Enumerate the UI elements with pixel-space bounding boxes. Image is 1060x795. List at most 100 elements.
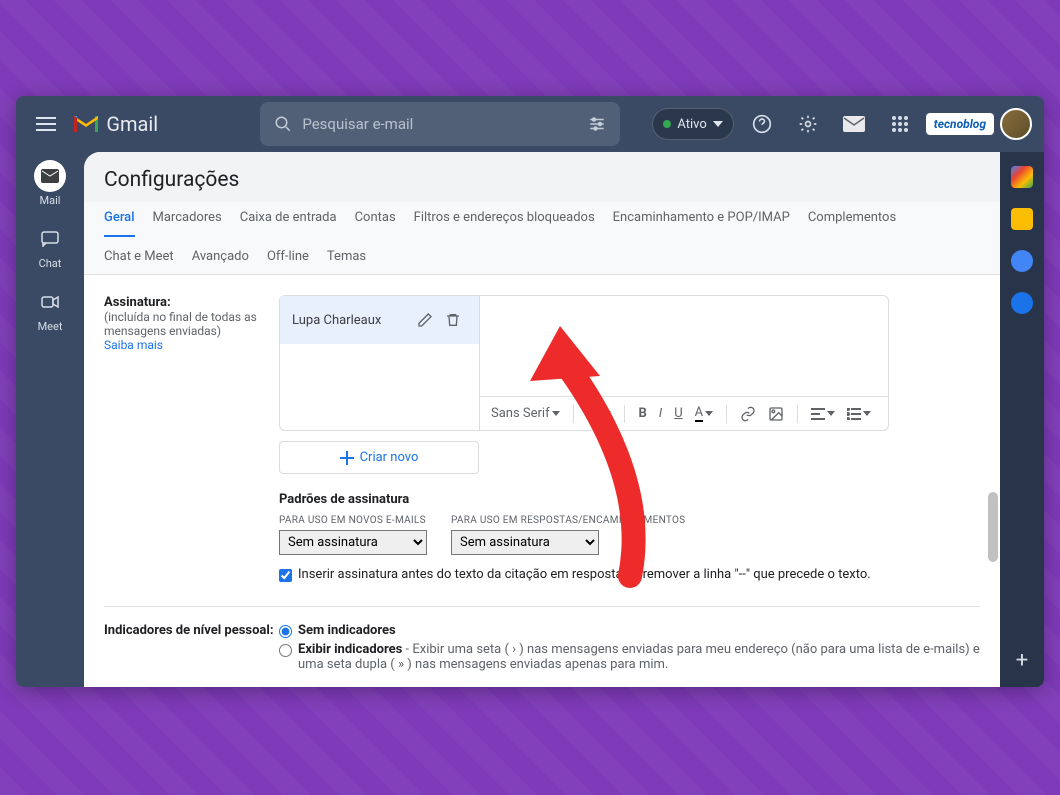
contacts-addon-icon[interactable] <box>1011 292 1033 314</box>
new-emails-select[interactable]: Sem assinatura <box>279 530 427 555</box>
help-button[interactable] <box>742 104 782 144</box>
logo-area[interactable]: Gmail <box>72 112 252 136</box>
tab-contas[interactable]: Contas <box>355 202 396 237</box>
apps-button[interactable] <box>880 104 920 144</box>
signature-item[interactable]: Lupa Charleaux <box>280 296 479 344</box>
signature-learn-more-link[interactable]: Saiba mais <box>104 338 163 352</box>
underline-button[interactable]: U <box>671 404 685 423</box>
signature-defaults: Padrões de assinatura PARA USO EM NOVOS … <box>279 492 980 582</box>
font-family-label: Sans Serif <box>491 406 550 421</box>
indicators-title: Indicadores de nível pessoal: <box>104 623 279 638</box>
search-box[interactable] <box>260 102 620 146</box>
text-color-button[interactable]: A <box>692 403 716 424</box>
chevron-down-icon <box>713 121 723 127</box>
signature-item-name: Lupa Charleaux <box>292 313 411 328</box>
video-icon <box>34 286 66 318</box>
pencil-icon <box>417 312 433 328</box>
tab-avancado[interactable]: Avançado <box>192 241 249 274</box>
tab-temas[interactable]: Temas <box>327 241 366 274</box>
brand-badge: tecnoblog <box>926 113 994 135</box>
mail-icon <box>34 160 66 192</box>
defaults-title: Padrões de assinatura <box>279 492 980 507</box>
edit-signature-button[interactable] <box>411 306 439 334</box>
tasks-addon-icon[interactable] <box>1011 250 1033 272</box>
show-indicators-radio[interactable] <box>279 644 292 657</box>
no-indicators-radio[interactable] <box>279 625 292 638</box>
caret-down-icon <box>827 411 835 416</box>
signature-canvas[interactable] <box>480 296 888 396</box>
calendar-addon-icon[interactable] <box>1011 166 1033 188</box>
settings-button[interactable] <box>788 104 828 144</box>
chat-icon <box>34 223 66 255</box>
signature-list: Lupa Charleaux <box>280 296 480 430</box>
envelope-icon <box>843 115 865 133</box>
right-side-panel: + <box>1000 152 1044 687</box>
rail-chat-label: Chat <box>39 257 62 270</box>
top-bar: Gmail Ativo tecnoblog <box>16 96 1044 152</box>
delete-signature-button[interactable] <box>439 306 467 334</box>
account-avatar[interactable] <box>1000 108 1032 140</box>
scrollbar-thumb[interactable] <box>988 492 998 562</box>
help-icon <box>752 114 772 134</box>
font-family-dropdown[interactable]: Sans Serif <box>488 404 563 423</box>
show-indicators-label: Exibir indicadores <box>298 642 402 657</box>
bold-button[interactable]: B <box>635 404 649 423</box>
insert-link-button[interactable] <box>737 404 759 424</box>
plus-icon <box>340 451 354 465</box>
insert-image-button[interactable] <box>765 404 787 424</box>
new-emails-label: PARA USO EM NOVOS E-MAILS <box>279 515 427 526</box>
font-size-dropdown[interactable]: тT <box>584 404 615 423</box>
status-chip[interactable]: Ativo <box>652 108 733 140</box>
divider <box>104 606 980 607</box>
signature-checkbox-row: Inserir assinatura antes do texto da cit… <box>279 567 980 582</box>
settings-body[interactable]: Assinatura: (incluída no final de todas … <box>84 275 1000 687</box>
search-options-icon[interactable] <box>588 115 606 133</box>
signature-value-col: Lupa Charleaux Sans Serif <box>279 295 980 582</box>
settings-title: Configurações <box>84 152 1000 202</box>
indicators-section: Indicadores de nível pessoal: Sem indica… <box>104 617 980 687</box>
signature-toolbar: Sans Serif тT B I U A <box>480 396 888 430</box>
default-replies: PARA USO EM RESPOSTAS/ENCAMINHAMENTOS Se… <box>451 515 685 555</box>
content-panel: Configurações Geral Marcadores Caixa de … <box>84 152 1000 687</box>
signature-title: Assinatura: <box>104 295 279 310</box>
replies-label: PARA USO EM RESPOSTAS/ENCAMINHAMENTOS <box>451 515 685 526</box>
create-signature-button[interactable]: Criar novo <box>279 441 479 474</box>
link-icon <box>740 406 756 422</box>
rail-mail[interactable]: Mail <box>34 160 66 207</box>
tab-inbox[interactable]: Caixa de entrada <box>240 202 337 237</box>
indicators-options: Sem indicadores Exibir indicadores - Exi… <box>279 623 980 676</box>
keep-addon-icon[interactable] <box>1011 208 1033 230</box>
caret-down-icon <box>552 411 560 416</box>
app-window: Gmail Ativo tecnoblog <box>16 96 1044 687</box>
insert-before-quote-checkbox[interactable] <box>279 569 292 582</box>
tab-geral[interactable]: Geral <box>104 202 135 237</box>
signature-panel: Lupa Charleaux Sans Serif <box>279 295 889 431</box>
trash-icon <box>445 312 461 328</box>
gmail-logo-icon <box>72 113 100 135</box>
checkbox-label: Inserir assinatura antes do texto da cit… <box>298 567 871 582</box>
search-icon <box>274 115 292 133</box>
menu-button[interactable] <box>28 100 64 148</box>
replies-select[interactable]: Sem assinatura <box>451 530 599 555</box>
tab-marcadores[interactable]: Marcadores <box>153 202 222 237</box>
list-button[interactable] <box>844 406 874 422</box>
settings-tabs: Geral Marcadores Caixa de entrada Contas… <box>84 202 1000 275</box>
align-button[interactable] <box>808 406 838 422</box>
tab-encaminhamento[interactable]: Encaminhamento e POP/IMAP <box>613 202 790 237</box>
indicators-label-col: Indicadores de nível pessoal: <box>104 623 279 676</box>
rail-mail-label: Mail <box>40 194 61 207</box>
rail-meet[interactable]: Meet <box>34 286 66 333</box>
list-icon <box>847 408 861 420</box>
tab-filtros[interactable]: Filtros e endereços bloqueados <box>414 202 595 237</box>
align-icon <box>811 408 825 420</box>
italic-button[interactable]: I <box>656 404 665 423</box>
default-new-emails: PARA USO EM NOVOS E-MAILS Sem assinatura <box>279 515 427 555</box>
tab-offline[interactable]: Off-line <box>267 241 309 274</box>
create-new-label: Criar novo <box>360 450 419 465</box>
tab-chat-meet[interactable]: Chat e Meet <box>104 241 174 274</box>
search-input[interactable] <box>302 115 578 133</box>
tab-complementos[interactable]: Complementos <box>808 202 896 237</box>
mail-dropdown-button[interactable] <box>834 104 874 144</box>
rail-chat[interactable]: Chat <box>34 223 66 270</box>
get-addons-button[interactable]: + <box>1016 648 1028 673</box>
